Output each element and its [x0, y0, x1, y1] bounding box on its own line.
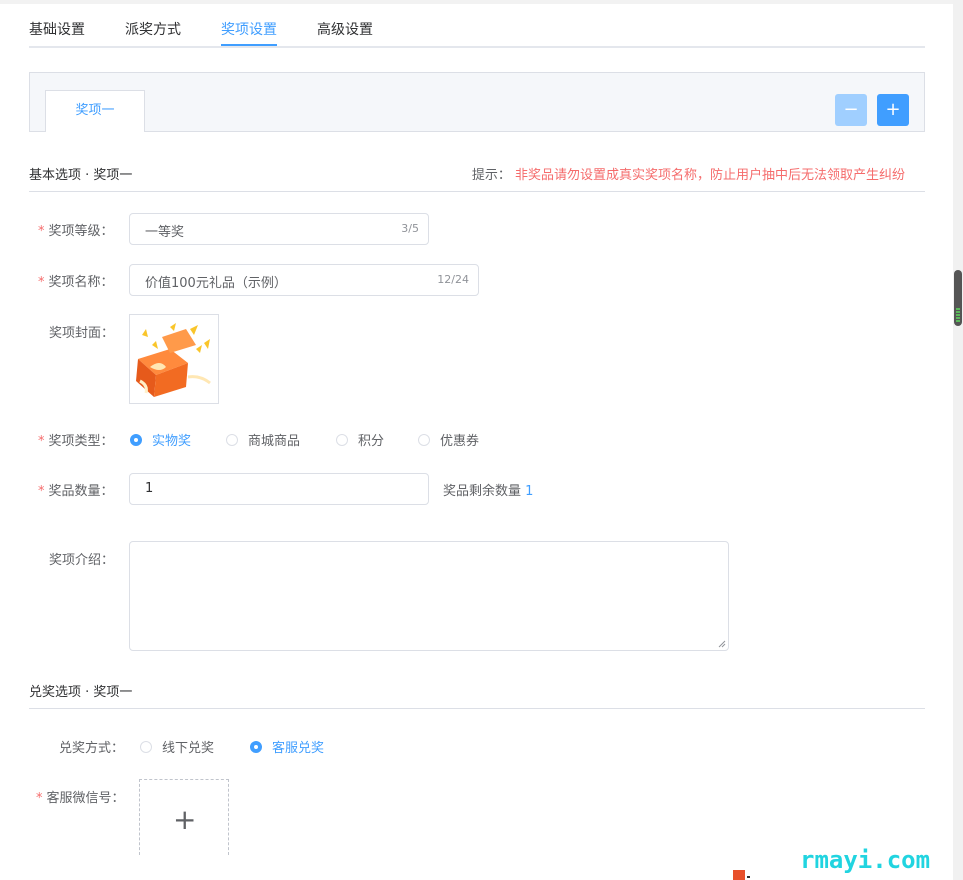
- name-label: * 奖项名称：: [38, 271, 114, 290]
- level-label: * 奖项等级：: [38, 220, 114, 239]
- required-mark: *: [38, 224, 45, 239]
- wechat-qr-upload[interactable]: +: [139, 779, 229, 855]
- radio-mall-product[interactable]: 商城商品: [226, 430, 300, 449]
- radio-dot: [226, 433, 238, 446]
- tab-award-method[interactable]: 派奖方式: [125, 19, 181, 39]
- hint-text: 非奖品请勿设置成真实奖项名称，防止用户抽中后无法领取产生纠纷: [514, 168, 905, 183]
- active-tab-indicator: [221, 44, 277, 46]
- radio-points[interactable]: 积分: [336, 430, 384, 449]
- redeem-section-title: 兑奖选项 · 奖项一: [29, 685, 133, 700]
- radio-label: 商城商品: [248, 434, 301, 449]
- type-label-text: 奖项类型：: [48, 434, 114, 449]
- intro-label: 奖项介绍：: [49, 553, 115, 568]
- radio-physical-prize[interactable]: 实物奖: [130, 430, 191, 449]
- section-divider: [29, 191, 925, 192]
- level-char-count: 3/5: [401, 222, 419, 235]
- required-mark: *: [36, 791, 43, 806]
- radio-dot: [336, 433, 348, 446]
- remaining-label: 奖品剩余数量: [443, 484, 522, 499]
- prize-tab-1[interactable]: 奖项一: [45, 90, 145, 132]
- name-label-text: 奖项名称：: [48, 275, 114, 290]
- intro-textarea[interactable]: [129, 541, 729, 651]
- corner-logo-icon: [733, 870, 750, 880]
- radio-dot: [130, 433, 142, 446]
- redeem-method-label: 兑奖方式：: [59, 741, 125, 756]
- tab-advanced-settings[interactable]: 高级设置: [317, 19, 373, 39]
- remove-prize-button[interactable]: −: [835, 94, 867, 126]
- name-input-value: 价值100元礼品（示例）: [145, 276, 287, 291]
- gift-box-image: [136, 323, 211, 397]
- tab-basic-settings[interactable]: 基础设置: [29, 19, 85, 39]
- basic-section-title: 基本选项 · 奖项一: [29, 168, 133, 183]
- radio-label: 优惠券: [440, 434, 480, 449]
- level-input[interactable]: 一等奖 3/5: [129, 213, 429, 245]
- required-mark: *: [38, 484, 45, 499]
- cover-upload[interactable]: [129, 314, 219, 404]
- type-label: * 奖项类型：: [38, 430, 114, 449]
- level-label-text: 奖项等级：: [48, 224, 114, 239]
- settings-tabs: 基础设置 派奖方式 奖项设置 高级设置: [29, 0, 925, 48]
- wechat-label-text: 客服微信号：: [46, 791, 125, 806]
- scroll-grip-icon: [956, 308, 960, 322]
- radio-coupon[interactable]: 优惠券: [418, 430, 479, 449]
- remaining-quantity: 奖品剩余数量 1: [443, 480, 533, 499]
- hint: 提示： 非奖品请勿设置成真实奖项名称，防止用户抽中后无法领取产生纠纷: [472, 164, 905, 183]
- wechat-label: * 客服微信号：: [36, 787, 125, 806]
- scrollbar[interactable]: [953, 0, 963, 880]
- section-divider: [29, 708, 925, 709]
- plus-icon: +: [173, 803, 197, 836]
- radio-dot: [418, 433, 430, 446]
- radio-service-redeem[interactable]: 客服兑奖: [250, 737, 324, 756]
- level-input-value: 一等奖: [145, 225, 185, 240]
- radio-label: 实物奖: [152, 434, 192, 449]
- cover-label: 奖项封面：: [49, 326, 115, 341]
- hint-label: 提示：: [471, 168, 511, 183]
- name-input[interactable]: 价值100元礼品（示例） 12/24: [129, 264, 479, 296]
- required-mark: *: [38, 434, 45, 449]
- prize-tabs-header: 奖项一 − +: [29, 72, 925, 132]
- required-mark: *: [38, 275, 45, 290]
- remaining-value: 1: [525, 484, 534, 499]
- minus-icon: −: [843, 99, 859, 120]
- add-prize-button[interactable]: +: [877, 94, 909, 126]
- tab-prize-settings[interactable]: 奖项设置: [221, 19, 277, 39]
- resize-handle-icon[interactable]: [718, 640, 726, 648]
- quantity-input[interactable]: 1: [129, 473, 429, 505]
- radio-dot: [250, 740, 262, 753]
- scrollbar-thumb[interactable]: [954, 270, 962, 326]
- watermark: rmayi.com: [800, 846, 931, 874]
- radio-label: 线下兑奖: [162, 741, 215, 756]
- radio-offline-redeem[interactable]: 线下兑奖: [140, 737, 214, 756]
- radio-label: 客服兑奖: [272, 741, 325, 756]
- quantity-input-value: 1: [145, 481, 154, 496]
- radio-label: 积分: [358, 434, 385, 449]
- name-char-count: 12/24: [437, 273, 469, 286]
- quantity-label-text: 奖品数量：: [48, 484, 114, 499]
- quantity-label: * 奖品数量：: [38, 480, 114, 499]
- plus-icon: +: [885, 99, 901, 120]
- radio-dot: [140, 740, 152, 753]
